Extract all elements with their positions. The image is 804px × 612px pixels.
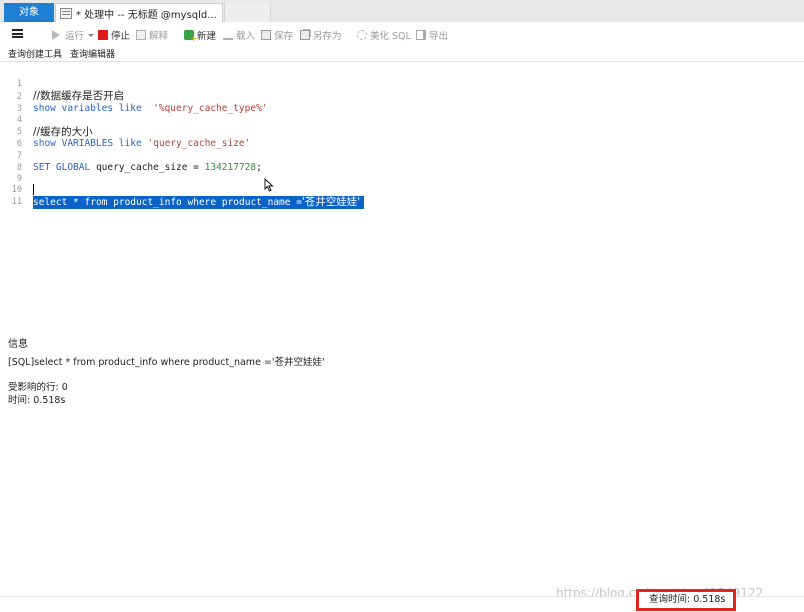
tab-objects[interactable]: 对象 [4,3,54,22]
info-affected-rows: 受影响的行: 0 [8,382,68,393]
editor-line: 5 show VARIABLES like 'query_cache_size' [0,114,804,149]
play-icon [52,30,60,40]
save-icon [261,30,271,40]
query-tab-icon [60,7,72,19]
tab-query-label: * 处理中 -- 无标题 @mysqld... [76,9,217,21]
stop-button[interactable]: 停止 [98,28,130,42]
editor-subtabs: 查询创建工具 查询编辑器 [8,47,115,61]
line-number: 11 [11,197,22,207]
run-label: 运行 [65,31,85,42]
explain-label: 解释 [149,31,169,42]
editor-line: 4 //缓存的大小 [0,102,804,138]
save-label: 保存 [274,31,294,42]
beautify-sql-button[interactable]: 美化 SQL [357,28,411,42]
tab-empty-slot [224,3,270,22]
code-keyword: from [84,197,108,208]
tab-untitled-query[interactable]: * 处理中 -- 无标题 @mysqld... [55,3,223,22]
load-button[interactable]: 载入 [223,28,255,42]
beautify-icon [357,30,367,40]
info-time: 时间: 0.518s [8,395,66,406]
mouse-pointer-icon [264,178,274,192]
code-identifier: product_info [113,197,182,208]
hamburger-menu-icon[interactable] [12,29,23,38]
export-label: 导出 [429,31,449,42]
new-label: 新建 [197,31,217,42]
new-query-icon [184,30,197,43]
explain-icon [136,30,146,40]
export-icon [416,30,426,40]
sql-editor[interactable]: 1 //数据缓存是否开启 2 show variables like '%que… [0,62,804,332]
load-label: 载入 [236,31,256,42]
save-as-label: 另存为 [313,31,342,42]
stop-icon [98,30,108,40]
editor-line: 6 [0,126,804,149]
editor-line: 7 SET GLOBAL query_cache_size = 13421772… [0,138,804,173]
code-keyword: where [187,197,217,208]
save-button[interactable]: 保存 [261,28,293,42]
tab-bar-filler [270,3,804,22]
tab-bar: 对象 * 处理中 -- 无标题 @mysqld... [0,0,804,22]
beautify-label: 美化 SQL [370,31,411,42]
code-keyword: select [33,197,68,208]
tab-query-editor[interactable]: 查询编辑器 [70,47,115,61]
save-as-button[interactable]: 另存为 [300,28,342,42]
stop-label: 停止 [111,31,131,42]
info-title: 信息 [8,339,28,350]
code-string: '苍井空娃娃' [301,196,361,208]
query-toolbar: 运行 停止 解释 新建 载入 保存 另存为 美化 SQL 导出 [0,24,804,46]
status-bar: 查询时间: 0.518s [0,589,804,612]
explain-button[interactable]: 解释 [136,28,168,42]
info-panel: 信息 [SQL]select * from product_info where… [0,332,804,492]
save-as-icon [300,30,310,40]
new-button[interactable]: 新建 [184,28,217,43]
code-identifier: product_name = [221,197,302,208]
text-caret [33,184,34,195]
tab-query-builder[interactable]: 查询创建工具 [8,47,62,61]
editor-line-selected: 10 select * from product_info where prod… [0,172,804,209]
editor-line: 11 [0,184,804,207]
editor-line: 2 show variables like '%query_cache_type… [0,79,804,114]
export-button[interactable]: 导出 [416,28,448,42]
run-button[interactable]: 运行 [52,28,95,42]
load-icon [223,30,233,40]
status-query-time: 查询时间: 0.518s [636,589,736,611]
chevron-down-icon[interactable] [88,33,95,37]
selected-sql-statement[interactable]: select * from product_info where product… [33,196,365,209]
info-sql-line: [SQL]select * from product_info where pr… [8,357,325,368]
code-operator: * [67,197,85,208]
editor-line: 1 //数据缓存是否开启 [0,66,804,102]
